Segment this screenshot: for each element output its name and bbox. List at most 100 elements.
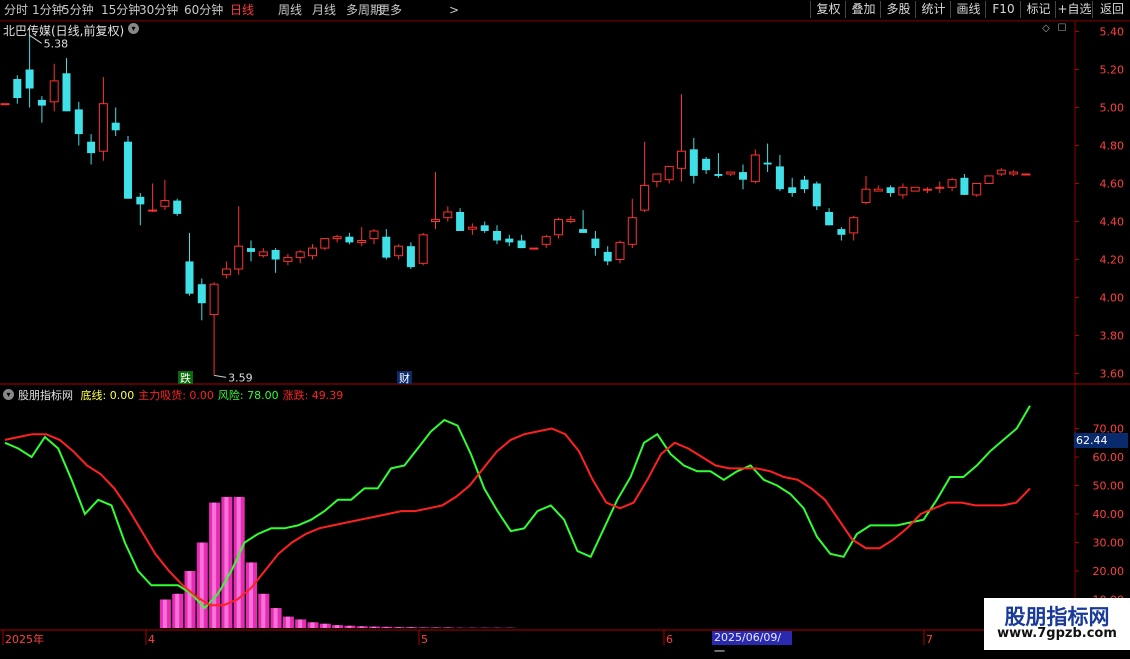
accumulation-bar-highlight — [274, 608, 278, 628]
candle-body — [1, 104, 9, 105]
accumulation-bar — [295, 619, 306, 628]
accumulation-bar — [418, 627, 429, 628]
candle-body — [850, 218, 858, 233]
chevron-down-icon[interactable]: ▾ — [3, 389, 14, 400]
candle-body — [936, 187, 944, 188]
tab-timeframe-10[interactable]: 更多 — [378, 2, 402, 18]
tab-timeframe-3[interactable]: 15分钟 — [101, 2, 140, 18]
cursor-date: 2025/06/09/一 — [712, 631, 792, 645]
watermark: 股朋指标网 www.7gpzb.com — [984, 598, 1130, 650]
indicator-axis-label: 40.00 — [1093, 508, 1125, 521]
diamond-icon[interactable]: ◇ — [1040, 23, 1052, 35]
accumulation-bar-highlight — [249, 562, 253, 628]
toolbar-button-1[interactable]: 叠加 — [845, 1, 881, 18]
accumulation-bar — [283, 617, 294, 628]
indicator-axis-label: 30.00 — [1093, 537, 1125, 550]
square-icon[interactable]: ☐ — [1056, 23, 1068, 35]
tab-timeframe-1[interactable]: 1分钟 — [32, 2, 64, 18]
toolbar: 分时1分钟5分钟 15分钟30分钟 60分钟日线 周线月线多周期更多 > 复权叠加多股统… — [0, 0, 1130, 21]
chevron-down-icon[interactable]: ▾ — [128, 23, 139, 34]
accumulation-bar-highlight — [212, 503, 216, 628]
accumulation-bar-highlight — [323, 624, 327, 628]
tab-timeframe-4[interactable]: 30分钟 — [139, 2, 178, 18]
accumulation-bar-highlight — [335, 625, 339, 628]
candle-body — [985, 176, 993, 184]
accumulation-bar — [381, 627, 392, 628]
candle-body — [924, 189, 932, 190]
candle-body — [272, 250, 280, 260]
accumulation-bar-highlight — [311, 622, 315, 628]
candle-body — [567, 220, 575, 222]
candle-body — [714, 174, 722, 176]
candle-body — [542, 237, 550, 245]
accumulation-bar — [308, 622, 319, 628]
low-pointer — [214, 375, 226, 377]
toolbar-button-5[interactable]: F10 — [985, 1, 1021, 18]
candle-body — [665, 166, 673, 179]
candle-body — [309, 248, 317, 256]
tab-timeframe-9[interactable]: 多周期 — [346, 2, 382, 18]
accumulation-bar — [320, 624, 331, 628]
price-axis-label: 4.80 — [1100, 140, 1125, 153]
indicator-legend: 股朋指标网 底线: 0.00主力吸货: 0.00风险: 78.00涨跌: 49.… — [18, 387, 351, 403]
accumulation-bar — [271, 608, 282, 628]
price-axis-label: 4.00 — [1100, 292, 1125, 305]
tab-timeframe-8[interactable]: 月线 — [312, 2, 336, 18]
candle-body — [1010, 172, 1018, 174]
indicator-name: 股朋指标网 — [18, 389, 73, 402]
accumulation-bar — [197, 543, 208, 629]
candle-body — [1022, 174, 1030, 175]
accumulation-bar — [185, 571, 196, 628]
candle-body — [862, 189, 870, 202]
candle-body — [161, 201, 169, 207]
toolbar-button-3[interactable]: 统计 — [915, 1, 951, 18]
time-axis-label: 7 — [926, 633, 933, 646]
tab-timeframe-2[interactable]: 5分钟 — [62, 2, 94, 18]
candle-body — [186, 261, 194, 293]
toolbar-button-2[interactable]: 多股 — [880, 1, 916, 18]
tab-timeframe-7[interactable]: 周线 — [278, 2, 302, 18]
candle-body — [136, 197, 144, 205]
accumulation-bar-highlight — [409, 627, 413, 628]
candle-body — [776, 166, 784, 189]
candle-body — [887, 187, 895, 193]
accumulation-bar-highlight — [261, 594, 265, 628]
accumulation-bar-highlight — [384, 627, 388, 628]
accumulation-bar — [246, 562, 257, 628]
toolbar-button-0[interactable]: 复权 — [810, 1, 846, 18]
candle-body — [247, 248, 255, 252]
legend-item-1: 主力吸货: 0.00 — [138, 389, 214, 402]
accumulation-bar — [344, 626, 355, 628]
chevron-right-icon[interactable]: > — [449, 2, 459, 18]
indicator-axis-label: 20.00 — [1093, 565, 1125, 578]
accumulation-bar-highlight — [347, 626, 351, 628]
candle-body — [321, 239, 329, 249]
candle-body — [530, 248, 538, 249]
candle-body — [801, 180, 809, 190]
candle-body — [112, 123, 120, 131]
candle-body — [973, 184, 981, 195]
toolbar-button-4[interactable]: 画线 — [950, 1, 986, 18]
candle-body — [678, 151, 686, 168]
indicator-line-1 — [5, 429, 1030, 606]
candle-body — [518, 241, 526, 249]
price-axis-label: 4.20 — [1100, 254, 1125, 267]
high-label: 5.38 — [44, 37, 69, 50]
legend-item-0: 底线: 0.00 — [81, 389, 135, 402]
toolbar-button-7[interactable]: +自选 — [1055, 1, 1093, 18]
candle-body — [468, 227, 476, 229]
candle-body — [382, 237, 390, 258]
candle-body — [702, 159, 710, 170]
time-axis-label: 4 — [148, 633, 155, 646]
accumulation-bar-highlight — [360, 626, 364, 628]
accumulation-bar-highlight — [298, 619, 302, 628]
tab-timeframe-0[interactable]: 分时 — [4, 2, 28, 18]
toolbar-button-6[interactable]: 标记 — [1020, 1, 1056, 18]
toolbar-button-8[interactable]: 返回 — [1092, 1, 1130, 18]
candle-body — [579, 229, 587, 233]
tab-timeframe-5[interactable]: 60分钟 — [184, 2, 223, 18]
indicator-axis-label: 50.00 — [1093, 480, 1125, 493]
candle-body — [345, 237, 353, 243]
tab-timeframe-6[interactable]: 日线 — [230, 2, 254, 18]
candle-body — [124, 142, 132, 199]
